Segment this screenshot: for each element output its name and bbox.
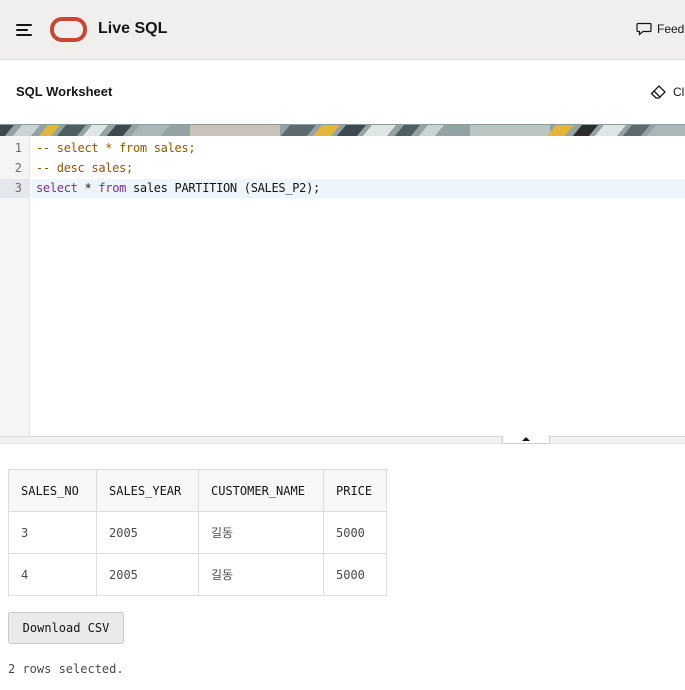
line-number: 1 <box>14 141 22 155</box>
code-rest: sales PARTITION (SALES_P2); <box>126 181 320 195</box>
comment-icon <box>636 22 652 36</box>
table-row: 4 2005 길동 5000 <box>8 553 387 596</box>
feedback-button[interactable]: Feed <box>636 22 684 36</box>
sql-editor[interactable]: 1 2 3 -- select * from sales; -- desc sa… <box>0 136 685 436</box>
decorative-pattern <box>0 124 685 136</box>
code-line-comment[interactable]: -- desc sales; <box>36 161 133 175</box>
column-header: PRICE <box>323 469 387 512</box>
menu-icon[interactable] <box>16 21 36 39</box>
worksheet-title: SQL Worksheet <box>16 84 113 99</box>
clear-button[interactable]: Cl <box>650 84 684 99</box>
code-operator: * <box>77 181 99 195</box>
table-cell: 5000 <box>323 553 387 596</box>
table-cell: 길동 <box>198 553 324 596</box>
table-cell: 길동 <box>198 511 324 554</box>
keyword-select: select <box>36 181 78 195</box>
table-cell: 5000 <box>323 511 387 554</box>
table-row: 3 2005 길동 5000 <box>8 511 387 554</box>
table-cell: 2005 <box>96 553 199 596</box>
feedback-label: Feed <box>657 22 685 36</box>
column-header: SALES_YEAR <box>96 469 199 512</box>
table-cell: 3 <box>8 511 97 554</box>
oracle-logo[interactable] <box>50 17 87 42</box>
download-csv-button[interactable]: Download CSV <box>8 612 124 644</box>
app-title: Live SQL <box>98 20 168 37</box>
table-header-row: SALES_NO SALES_YEAR CUSTOMER_NAME PRICE <box>8 469 387 512</box>
eraser-icon <box>650 85 666 99</box>
app-header: Live SQL Feed <box>0 0 685 60</box>
rows-selected-status: 2 rows selected. <box>8 662 124 676</box>
pane-splitter[interactable] <box>0 436 685 444</box>
results-table: SALES_NO SALES_YEAR CUSTOMER_NAME PRICE … <box>8 469 387 596</box>
code-line-query[interactable]: select * from sales PARTITION (SALES_P2)… <box>36 181 320 195</box>
collapse-handle[interactable] <box>502 436 550 444</box>
table-cell: 2005 <box>96 511 199 554</box>
column-header: SALES_NO <box>8 469 97 512</box>
column-header: CUSTOMER_NAME <box>198 469 324 512</box>
table-cell: 4 <box>8 553 97 596</box>
code-line-comment[interactable]: -- select * from sales; <box>36 141 196 155</box>
clear-label: Cl <box>673 84 685 99</box>
line-number: 2 <box>14 161 22 175</box>
line-number: 3 <box>14 181 22 195</box>
keyword-from: from <box>98 181 127 195</box>
worksheet-header: SQL Worksheet Cl <box>0 60 685 124</box>
